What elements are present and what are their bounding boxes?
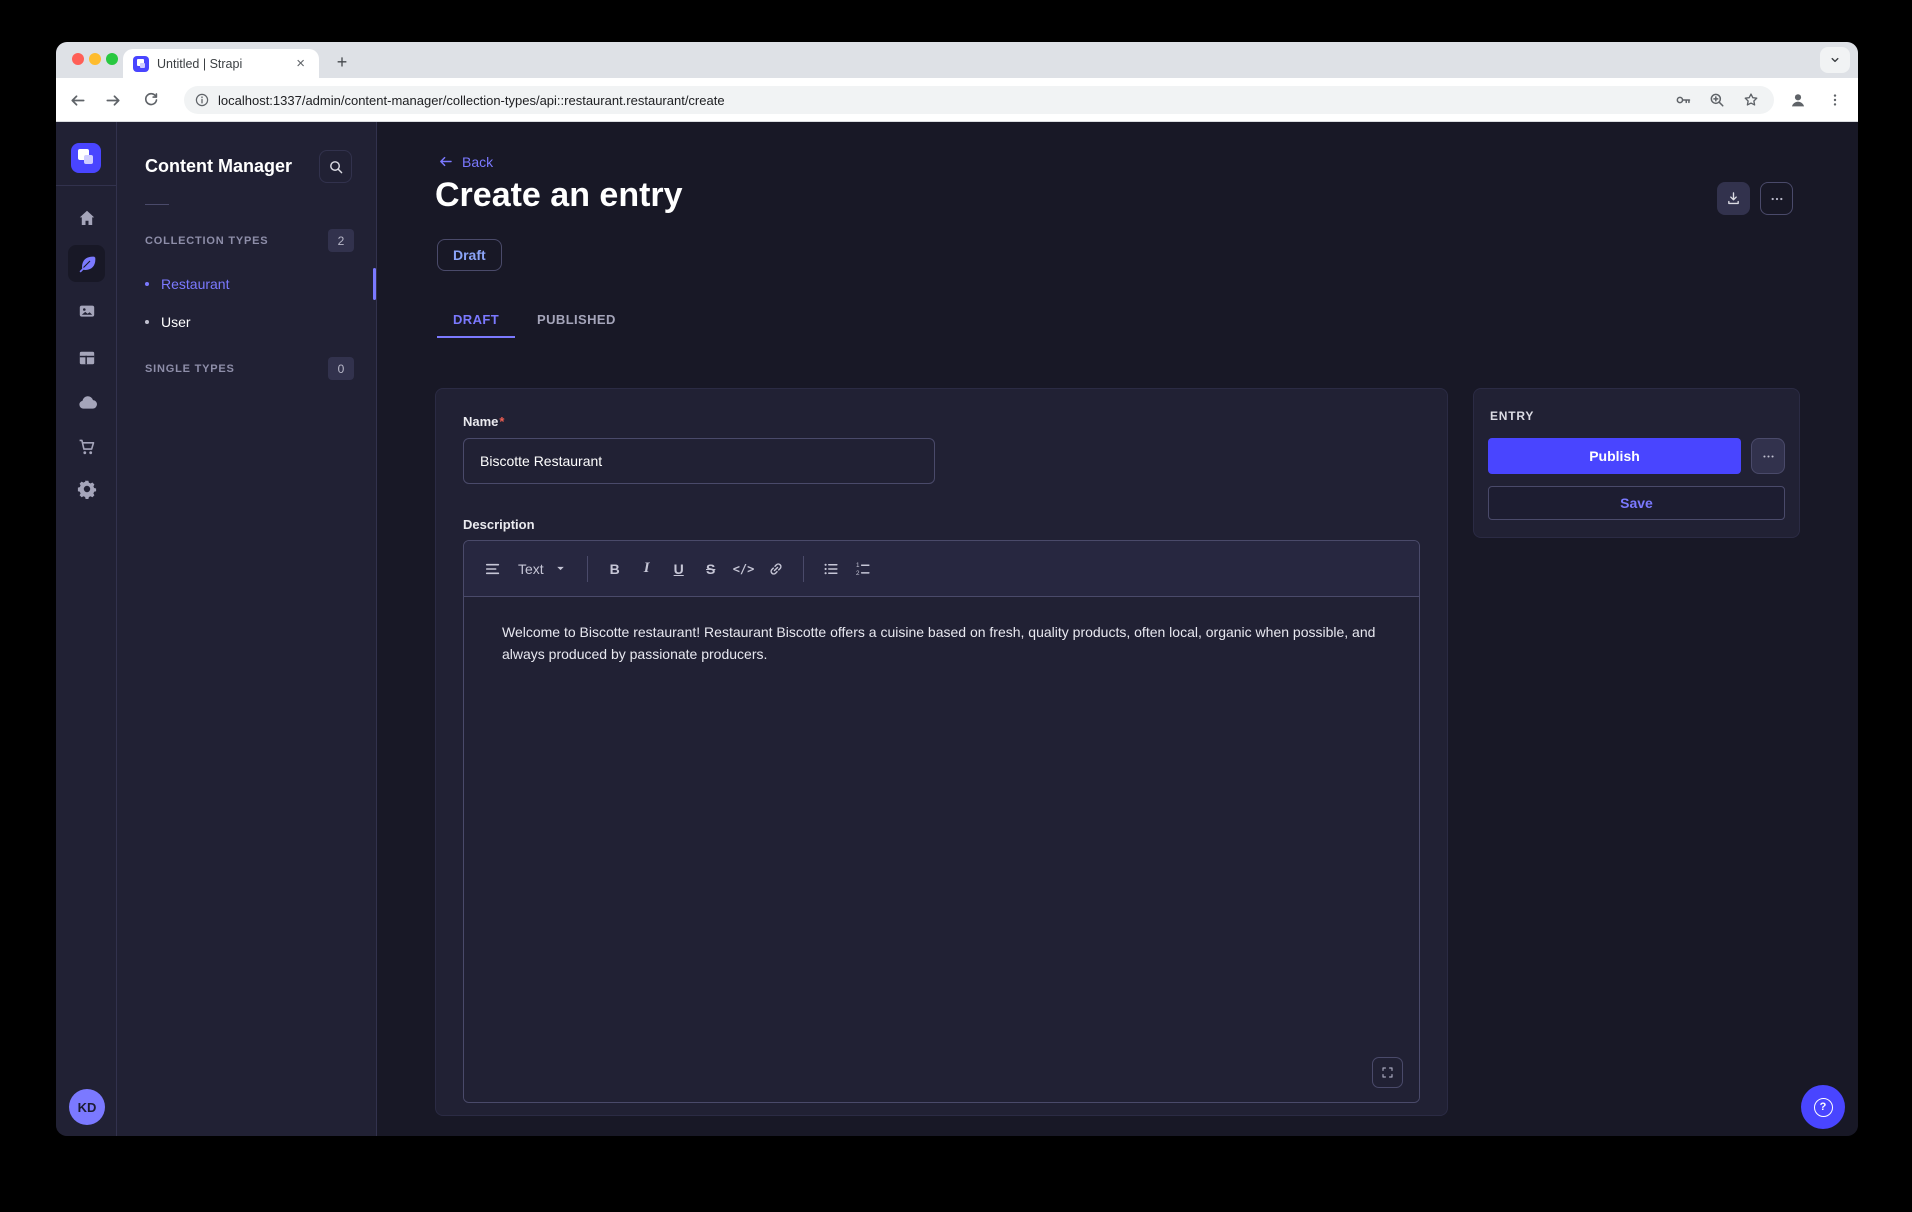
zoom-icon[interactable] [1708, 91, 1726, 109]
forward-icon[interactable] [100, 87, 126, 113]
site-info-icon[interactable] [194, 92, 210, 108]
numbered-list-button[interactable]: 12 [848, 554, 878, 584]
user-avatar[interactable]: KD [69, 1089, 105, 1125]
help-button[interactable]: ? [1801, 1085, 1845, 1129]
single-types-count-badge: 0 [328, 357, 354, 380]
nav-home-icon[interactable] [68, 199, 105, 236]
active-item-indicator [373, 268, 376, 300]
subnav-item-label: User [161, 314, 191, 330]
editor-toolbar: Text B I U S </> [464, 541, 1419, 597]
back-link[interactable]: Back [437, 153, 493, 170]
text-style-value: Text [518, 561, 544, 577]
entry-form-panel: Name* Biscotte Restaurant Description Te… [435, 388, 1448, 1116]
back-label: Back [462, 154, 493, 170]
description-field-label: Description [463, 517, 1420, 532]
svg-text:1: 1 [856, 562, 860, 569]
svg-text:2: 2 [856, 569, 860, 576]
subnav-title: Content Manager [145, 156, 292, 177]
entry-panel-title: ENTRY [1490, 409, 1785, 423]
italic-button[interactable]: I [632, 554, 662, 584]
description-text: Welcome to Biscotte restaurant! Restaura… [502, 621, 1381, 665]
collection-types-label: COLLECTION TYPES [145, 235, 268, 247]
save-button[interactable]: Save [1488, 486, 1785, 520]
name-field-label: Name* [463, 414, 1420, 429]
subnav-item-user[interactable]: User [145, 303, 345, 341]
browser-menu-icon[interactable] [1822, 87, 1848, 113]
single-types-label: SINGLE TYPES [145, 363, 235, 375]
browser-profile-icon[interactable] [1785, 87, 1811, 113]
window-close-button[interactable] [72, 53, 84, 65]
status-badge: Draft [437, 239, 502, 271]
browser-tab[interactable]: Untitled | Strapi × [123, 49, 319, 78]
subnav-item-restaurant[interactable]: Restaurant [145, 265, 345, 303]
nav-media-library-icon[interactable] [68, 292, 105, 329]
nav-cloud-icon[interactable] [68, 384, 105, 421]
editor-content-area[interactable]: Welcome to Biscotte restaurant! Restaura… [464, 597, 1419, 1102]
text-style-dropdown[interactable]: Text [510, 561, 575, 577]
nav-marketplace-icon[interactable] [68, 428, 105, 465]
browser-toolbar: localhost:1337/admin/content-manager/col… [56, 78, 1858, 122]
bold-button[interactable]: B [600, 554, 630, 584]
code-button[interactable]: </> [728, 554, 760, 584]
reload-icon[interactable] [138, 87, 164, 113]
window-zoom-button[interactable] [106, 53, 118, 65]
strapi-app: KD Content Manager COLLECTION TYPES 2 Re… [56, 122, 1858, 1136]
tab-published[interactable]: PUBLISHED [521, 300, 632, 338]
nav-content-type-builder-icon[interactable] [68, 339, 105, 376]
bullet-icon [145, 282, 149, 286]
entry-more-button[interactable] [1751, 438, 1785, 474]
browser-tab-strip: Untitled | Strapi × + [56, 42, 1858, 78]
tab-title: Untitled | Strapi [157, 57, 292, 71]
expand-editor-button[interactable] [1372, 1057, 1403, 1088]
tab-search-chevron-icon[interactable] [1820, 47, 1850, 73]
question-mark-icon: ? [1814, 1098, 1833, 1117]
link-button[interactable] [761, 554, 791, 584]
more-options-button[interactable] [1760, 182, 1793, 215]
download-button[interactable] [1717, 182, 1750, 215]
strapi-logo[interactable] [71, 143, 101, 173]
entry-actions-row: Publish [1488, 438, 1785, 474]
browser-window: Untitled | Strapi × + local [56, 42, 1858, 1136]
new-tab-button[interactable]: + [330, 50, 354, 74]
subnav-item-label: Restaurant [161, 276, 229, 292]
bookmark-star-icon[interactable] [1742, 91, 1760, 109]
name-label-text: Name [463, 414, 498, 429]
bullet-icon [145, 320, 149, 324]
version-tabs: DRAFT PUBLISHED [437, 300, 638, 338]
underline-button[interactable]: U [664, 554, 694, 584]
required-mark: * [499, 414, 504, 429]
nav-settings-gear-icon[interactable] [68, 470, 105, 507]
toolbar-divider [803, 556, 804, 582]
url-text: localhost:1337/admin/content-manager/col… [218, 93, 725, 108]
content-manager-subnav: Content Manager COLLECTION TYPES 2 Resta… [117, 122, 377, 1136]
nav-content-manager-icon[interactable] [68, 245, 105, 282]
page-title: Create an entry [435, 176, 683, 215]
password-key-icon[interactable] [1674, 91, 1692, 109]
back-arrow-icon [437, 153, 454, 170]
rich-text-editor: Text B I U S </> [463, 540, 1420, 1103]
publish-button[interactable]: Publish [1488, 438, 1741, 474]
nav-divider [56, 185, 116, 186]
align-left-icon[interactable] [478, 554, 508, 584]
tab-draft[interactable]: DRAFT [437, 300, 515, 338]
strapi-favicon-icon [133, 56, 149, 72]
url-bar[interactable]: localhost:1337/admin/content-manager/col… [184, 86, 1774, 114]
toolbar-divider [587, 556, 588, 582]
collection-types-count-badge: 2 [328, 229, 354, 252]
subnav-search-button[interactable] [319, 150, 352, 183]
bulleted-list-button[interactable] [816, 554, 846, 584]
name-input[interactable]: Biscotte Restaurant [463, 438, 935, 484]
chevron-down-icon [554, 562, 567, 575]
window-minimize-button[interactable] [89, 53, 101, 65]
back-icon[interactable] [64, 87, 90, 113]
strikethrough-button[interactable]: S [696, 554, 726, 584]
tab-close-icon[interactable]: × [292, 54, 309, 73]
entry-side-panel: ENTRY Publish Save [1473, 388, 1800, 538]
subnav-divider [145, 204, 169, 205]
main-content: Back Create an entry Draft DRAFT PUBLISH… [377, 122, 1858, 1136]
screen: Untitled | Strapi × + local [0, 0, 1912, 1212]
main-nav: KD [56, 122, 117, 1136]
